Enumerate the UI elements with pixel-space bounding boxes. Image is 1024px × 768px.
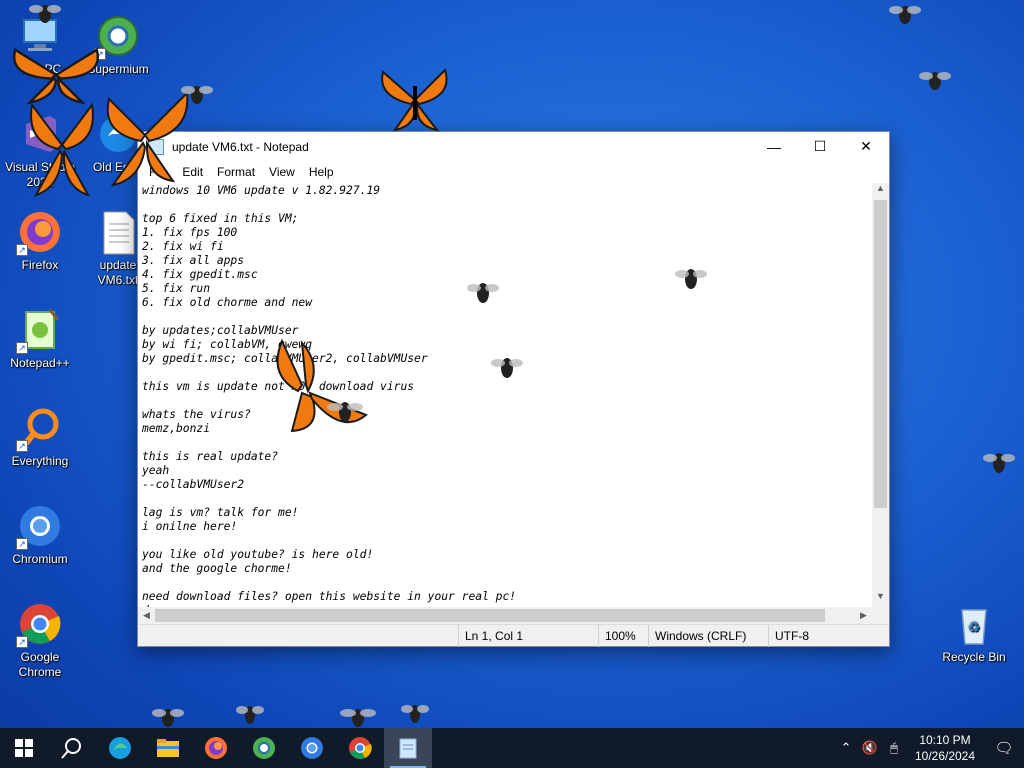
scroll-down-icon[interactable]: ▼: [872, 591, 889, 607]
fly-icon: [983, 453, 1015, 473]
scroll-left-icon[interactable]: ◀: [138, 607, 155, 624]
firefox-icon: [205, 737, 227, 759]
clock-date: 10/26/2024: [914, 749, 976, 763]
menu-bar: File Edit Format View Help: [138, 161, 889, 183]
taskbar-file-explorer[interactable]: [144, 728, 192, 768]
taskbar-search-button[interactable]: [48, 728, 96, 768]
scroll-right-icon[interactable]: ▶: [855, 607, 872, 624]
status-bar: Ln 1, Col 1 100% Windows (CRLF) UTF-8: [138, 624, 889, 647]
desktop-icon-recycle-bin[interactable]: ♻ Recycle Bin: [936, 600, 1012, 665]
text-editor[interactable]: windows 10 VM6 update v 1.82.927.19 top …: [138, 183, 872, 607]
taskbar-notepad[interactable]: [384, 728, 432, 768]
system-tray: ⌃ 🔇 🖱 10:10 PM 10/26/2024 🗨: [834, 728, 1024, 768]
fly-icon: [889, 6, 921, 24]
fly-icon: [236, 706, 264, 724]
horizontal-scroll-thumb[interactable]: [155, 609, 825, 622]
taskbar-edge[interactable]: [96, 728, 144, 768]
notepad-window[interactable]: update VM6.txt - Notepad — ☐ ✕ File Edit…: [137, 131, 890, 647]
text-file-icon: [94, 208, 142, 256]
vertical-scrollbar[interactable]: ▲ ▼: [872, 183, 889, 607]
notepad-icon: [399, 738, 417, 759]
fly-icon: [675, 269, 707, 289]
butterfly-icon: [30, 102, 94, 197]
start-button[interactable]: [0, 728, 48, 768]
menu-format[interactable]: Format: [210, 165, 262, 179]
menu-view[interactable]: View: [262, 165, 302, 179]
chrome-icon: ↗: [16, 600, 64, 648]
supermium-icon: [253, 737, 275, 759]
scroll-up-icon[interactable]: ▲: [872, 183, 889, 199]
vertical-scroll-thumb[interactable]: [874, 200, 887, 508]
taskbar: ⌃ 🔇 🖱 10:10 PM 10/26/2024 🗨: [0, 728, 1024, 768]
clock[interactable]: 10:10 PM 10/26/2024: [906, 732, 984, 764]
fly-icon: [327, 402, 363, 422]
chevron-up-icon[interactable]: ⌃: [834, 740, 858, 756]
chromium-icon: ↗: [16, 502, 64, 550]
file-explorer-icon: [157, 739, 179, 757]
desktop-icon-chromium[interactable]: ↗ Chromium: [2, 502, 78, 567]
fly-icon: [29, 5, 61, 23]
chrome-icon: [349, 737, 372, 760]
volume-muted-icon[interactable]: 🔇: [858, 740, 882, 756]
scroll-corner: [872, 607, 889, 624]
taskbar-chromium[interactable]: [288, 728, 336, 768]
encoding: UTF-8: [768, 624, 888, 647]
edge-icon: [109, 737, 131, 759]
minimize-button[interactable]: —: [751, 132, 797, 161]
taskbar-firefox[interactable]: [192, 728, 240, 768]
zoom-level: 100%: [598, 624, 648, 647]
clock-time: 10:10 PM: [919, 733, 971, 747]
taskbar-supermium[interactable]: [240, 728, 288, 768]
horizontal-scrollbar[interactable]: ◀ ▶: [138, 607, 872, 624]
fly-icon: [401, 705, 429, 723]
svg-text:♻: ♻: [968, 619, 981, 635]
desktop-icon-notepadpp[interactable]: ↗ Notepad++: [2, 306, 78, 371]
firefox-icon: ↗: [16, 208, 64, 256]
butterfly-icon: [381, 68, 448, 132]
maximize-button[interactable]: ☐: [797, 132, 843, 161]
windows-start-icon: [15, 739, 33, 757]
cursor-position: Ln 1, Col 1: [458, 624, 598, 647]
taskbar-chrome[interactable]: [336, 728, 384, 768]
menu-help[interactable]: Help: [302, 165, 341, 179]
recycle-bin-icon: ♻: [950, 600, 998, 648]
notepadpp-icon: ↗: [16, 306, 64, 354]
notification-icon[interactable]: 🗨: [984, 739, 1024, 757]
desktop-icon-google-chrome[interactable]: ↗ Google Chrome: [2, 600, 78, 680]
chromium-icon: [301, 737, 323, 759]
search-icon: [61, 738, 81, 759]
window-title: update VM6.txt - Notepad: [172, 139, 309, 154]
search-icon: ↗: [16, 404, 64, 452]
network-icon[interactable]: 🖱: [882, 740, 906, 756]
fly-icon: [181, 86, 213, 104]
title-bar[interactable]: update VM6.txt - Notepad — ☐ ✕: [138, 132, 889, 161]
desktop-icon-firefox[interactable]: ↗ Firefox: [2, 208, 78, 273]
desktop-icon-everything[interactable]: ↗ Everything: [2, 404, 78, 469]
close-button[interactable]: ✕: [843, 132, 889, 161]
fly-icon: [491, 358, 523, 378]
fly-icon: [467, 283, 499, 303]
line-ending: Windows (CRLF): [648, 624, 768, 647]
fly-icon: [919, 72, 951, 90]
